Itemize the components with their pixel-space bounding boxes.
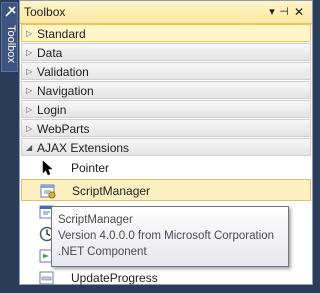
tooltip-title: ScriptManager [58,214,133,226]
group-label: Login [37,103,67,117]
tooltip-component-type: .NET Component [58,246,147,258]
window-title: Toolbox [24,5,66,19]
group-label: WebParts [37,122,90,136]
collapsed-arrow-icon: ▷ [26,48,33,57]
group-data[interactable]: ▷ Data [21,43,311,61]
toolbox-item-pointer[interactable]: Pointer [21,157,311,179]
update-progress-icon [39,270,55,286]
group-label: Data [37,46,63,60]
toolbox-item-scriptmanager[interactable]: ScriptManager [21,179,311,201]
collapsed-arrow-icon: ▷ [26,86,33,95]
group-ajax-extensions[interactable]: ◢ AJAX Extensions [21,138,311,156]
item-label: Pointer [71,161,110,175]
group-label: Standard [37,27,86,41]
group-navigation[interactable]: ▷ Navigation [21,81,311,99]
script-manager-icon [40,183,56,199]
window-position-dropdown-icon[interactable]: ▾ [266,5,278,19]
group-validation[interactable]: ▷ Validation [21,62,311,80]
toolbox-side-tab[interactable]: Toolbox [1,2,18,72]
group-label: Navigation [37,84,94,98]
collapsed-arrow-icon: ▷ [26,67,33,76]
scriptmanager-tooltip: ScriptManager Version 4.0.0.0 from Micro… [51,206,289,267]
group-webparts[interactable]: ▷ WebParts [21,119,311,137]
toolbox-titlebar[interactable]: Toolbox ▾ ⊣ ✕ [20,1,312,24]
auto-hide-strip: Toolbox [0,0,19,285]
item-label: UpdateProgress [71,271,158,285]
close-icon[interactable]: ✕ [293,5,305,19]
auto-hide-pin-icon[interactable]: ⊣ [278,5,290,19]
item-label: ScriptManager [72,184,151,198]
group-standard[interactable]: ▷ Standard [21,24,311,42]
group-label: AJAX Extensions [37,141,130,155]
toolbox-item-updateprogress[interactable]: UpdateProgress [21,267,311,289]
pointer-icon [39,160,55,176]
tooltip-version: Version 4.0.0.0 from Microsoft Corporati… [58,230,275,242]
collapsed-arrow-icon: ▷ [26,124,33,133]
collapsed-arrow-icon: ▷ [26,29,33,38]
collapsed-arrow-icon: ▷ [26,105,33,114]
side-tab-label: Toolbox [5,25,17,63]
expanded-arrow-icon: ◢ [26,143,33,152]
toolbox-icon [5,6,16,20]
group-login[interactable]: ▷ Login [21,100,311,118]
group-label: Validation [37,65,89,79]
